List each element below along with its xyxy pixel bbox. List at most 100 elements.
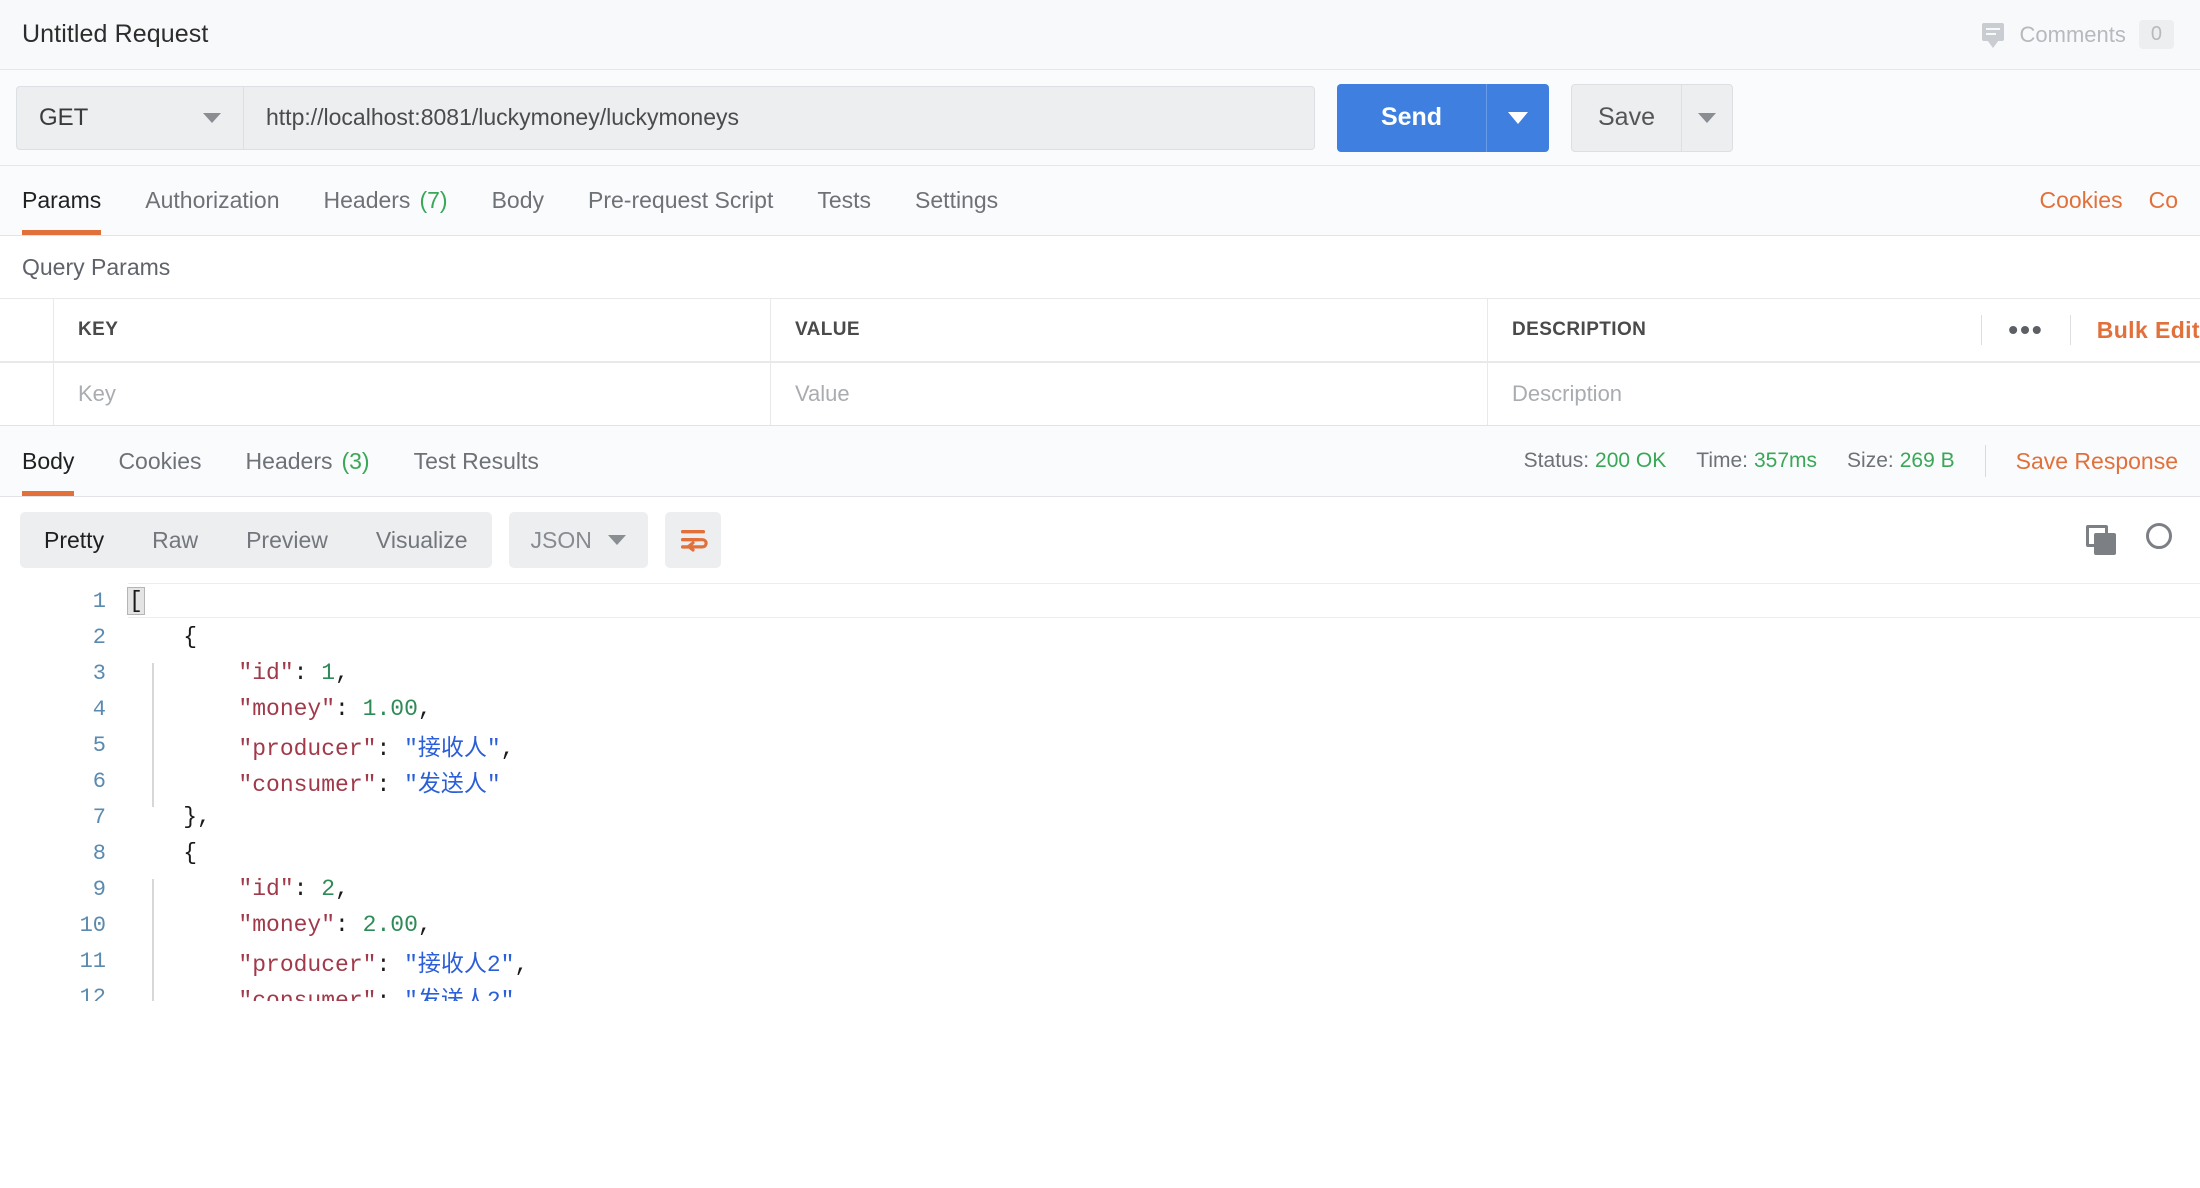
more-options-icon[interactable]: ••• <box>1982 316 2069 344</box>
token-punct: : <box>376 988 405 1001</box>
code-line: 7 }, <box>0 799 2200 835</box>
code-line: 4 "money": 1.00, <box>0 691 2200 727</box>
code-line: 12 "consumer": "发送人2" <box>0 979 2200 1002</box>
code-line: 6 "consumer": "发送人" <box>0 763 2200 799</box>
tab-label: Params <box>22 187 102 213</box>
fold-rail <box>152 663 154 807</box>
token-key: "id" <box>238 660 294 686</box>
token-key: "consumer" <box>238 988 377 1001</box>
url-input[interactable]: http://localhost:8081/luckymoney/luckymo… <box>243 85 1315 150</box>
code-text: "consumer": "发送人" <box>128 764 500 798</box>
view-mode-pretty[interactable]: Pretty <box>20 512 128 568</box>
tab-pre-request-script[interactable]: Pre-request Script <box>566 166 795 235</box>
response-tabs: Body Cookies Headers (3) Test Results St… <box>0 425 2200 497</box>
chevron-down-icon <box>203 112 221 123</box>
tab-label: Settings <box>915 187 999 213</box>
token-punct: , <box>417 912 432 938</box>
status-value: 200 OK <box>1595 449 1667 472</box>
copy-icon[interactable] <box>2086 525 2116 555</box>
tab-params[interactable]: Params <box>22 166 123 235</box>
token-str: "接收人2" <box>404 952 515 978</box>
save-button-group: Save <box>1571 83 1733 152</box>
tab-label: Test Results <box>413 447 539 474</box>
size-badge: Size: 269 B <box>1847 449 1955 473</box>
token-punct: , <box>335 876 349 902</box>
view-mode-raw[interactable]: Raw <box>128 512 222 568</box>
token-punct: { <box>183 840 198 866</box>
http-method-label: GET <box>39 103 89 131</box>
view-mode-preview[interactable]: Preview <box>222 512 352 568</box>
url-bar-row: GET http://localhost:8081/luckymoney/luc… <box>0 70 2200 166</box>
bulk-edit-link[interactable]: Bulk Edit <box>2071 317 2200 344</box>
code-text: "id": 1, <box>128 660 348 686</box>
tab-headers[interactable]: Headers (7) <box>302 166 470 235</box>
time-label: Time: <box>1696 449 1748 472</box>
response-tab-cookies[interactable]: Cookies <box>96 426 223 496</box>
save-response-link[interactable]: Save Response <box>2016 448 2178 475</box>
tab-settings[interactable]: Settings <box>893 166 1020 235</box>
value-input[interactable]: Value <box>771 363 1488 425</box>
tab-label: Tests <box>817 187 872 213</box>
response-tab-body[interactable]: Body <box>22 426 96 496</box>
response-tab-headers[interactable]: Headers (3) <box>224 426 392 496</box>
format-label: JSON <box>530 526 592 553</box>
params-actions: ••• Bulk Edit <box>1981 299 2200 361</box>
status-label: Status: <box>1523 449 1590 472</box>
code-text: "producer": "接收人", <box>128 728 514 762</box>
token-key: "id" <box>238 876 294 902</box>
description-placeholder: Description <box>1512 381 1623 406</box>
format-select[interactable]: JSON <box>508 512 648 568</box>
tab-tests[interactable]: Tests <box>795 166 893 235</box>
line-number: 5 <box>92 732 106 758</box>
request-tabs: Params Authorization Headers (7) Body Pr… <box>0 166 2200 236</box>
line-number: 6 <box>92 768 106 794</box>
response-body-code[interactable]: 1[2 {3 "id": 1, 4 "money": 1.00, 5 "produc… <box>0 583 2200 1001</box>
tab-label: Headers <box>245 447 333 474</box>
size-value: 269 B <box>1899 449 1955 472</box>
value-placeholder: Value <box>795 381 850 406</box>
select-all-cell[interactable] <box>0 299 54 361</box>
code-text: "consumer": "发送人2" <box>128 980 514 1001</box>
token-punct: , <box>514 952 529 978</box>
column-header-description: DESCRIPTION ••• Bulk Edit <box>1488 299 2200 361</box>
token-key: "consumer" <box>238 772 377 798</box>
active-line-rule <box>128 617 2200 618</box>
http-method-select[interactable]: GET <box>16 85 243 150</box>
comment-icon <box>1979 22 2007 48</box>
token-punct: : <box>376 952 405 978</box>
view-mode-group: Pretty Raw Preview Visualize <box>20 512 492 568</box>
cookies-link[interactable]: Cookies <box>2039 187 2122 214</box>
search-icon[interactable] <box>2146 523 2180 557</box>
view-mode-visualize[interactable]: Visualize <box>352 512 492 568</box>
save-options-button[interactable] <box>1680 83 1733 152</box>
key-input[interactable]: Key <box>54 363 771 425</box>
token-punct: : <box>293 660 322 686</box>
code-line: 2 { <box>0 619 2200 655</box>
send-options-button[interactable] <box>1487 83 1549 152</box>
response-tab-test-results[interactable]: Test Results <box>392 426 561 496</box>
comments-button[interactable]: Comments 0 <box>1979 20 2178 49</box>
fold-rail <box>152 879 154 1001</box>
chevron-down-icon <box>1697 112 1716 123</box>
token-punct: [ <box>127 587 145 615</box>
word-wrap-button[interactable] <box>664 512 721 568</box>
code-line: 10 "money": 2.00, <box>0 907 2200 943</box>
token-punct: }, <box>183 804 211 830</box>
query-params-table: KEY VALUE DESCRIPTION ••• Bulk Edit Key … <box>0 298 2200 425</box>
tab-body[interactable]: Body <box>470 166 566 235</box>
tab-label: Body <box>22 447 75 474</box>
line-number: 1 <box>92 588 106 614</box>
description-input[interactable]: Description <box>1488 363 2200 425</box>
token-str: "接收人" <box>404 736 501 762</box>
size-label: Size: <box>1847 449 1894 472</box>
code-link[interactable]: Co <box>2149 187 2178 214</box>
tab-label: Headers <box>323 187 411 213</box>
time-badge: Time: 357ms <box>1696 449 1817 473</box>
tab-label: Cookies <box>118 447 202 474</box>
tab-authorization[interactable]: Authorization <box>123 166 301 235</box>
save-button[interactable]: Save <box>1571 83 1681 152</box>
request-tabs-actions: Cookies Co <box>2039 166 2178 235</box>
row-checkbox-cell[interactable] <box>0 363 54 425</box>
code-text: [ <box>127 587 145 615</box>
send-button[interactable]: Send <box>1337 83 1487 152</box>
